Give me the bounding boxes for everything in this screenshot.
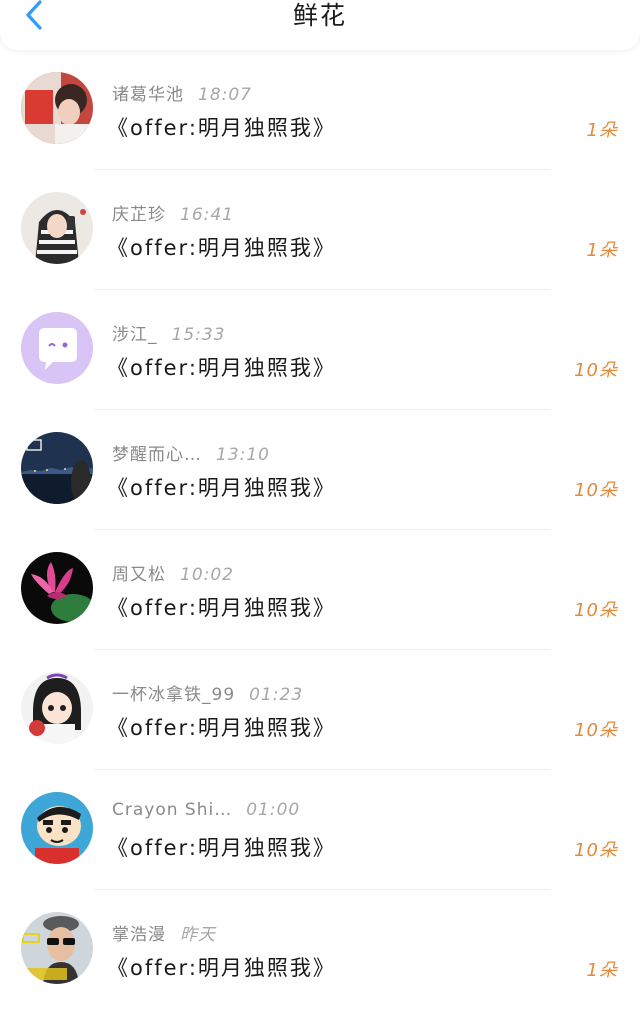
sender-name: Crayon Shi… <box>112 800 233 820</box>
book-title: 《offer:明月独照我》 <box>107 476 336 500</box>
flower-count: 1朵 <box>586 120 618 141</box>
timestamp: 昨天 <box>180 925 216 945</box>
sender-meta: 诸葛华池 18:07 <box>112 80 252 105</box>
sender-meta: 梦醒而心… 13:10 <box>112 440 270 465</box>
flower-count: 10朵 <box>574 840 618 861</box>
sender-name: 一杯冰拿铁_99 <box>112 685 236 705</box>
purple-chat-bubble-avatar[interactable] <box>21 312 93 384</box>
timestamp: 10:02 <box>180 565 234 585</box>
timestamp: 18:07 <box>198 85 252 105</box>
timestamp: 15:33 <box>171 325 226 345</box>
sender-name: 涉江_ <box>112 325 158 345</box>
list-item[interactable]: 庆芷珍 16:41 《offer:明月独照我》 1朵 <box>0 170 640 290</box>
list-item[interactable]: 诸葛华池 18:07 《offer:明月独照我》 1朵 <box>0 50 640 170</box>
sender-meta: 涉江_ 15:33 <box>112 320 226 345</box>
list-item[interactable]: 周又松 10:02 《offer:明月独照我》 10朵 <box>0 530 640 650</box>
flower-count: 10朵 <box>574 600 618 621</box>
flower-count: 1朵 <box>586 960 618 981</box>
list-item[interactable]: Crayon Shi… 01:00 《offer:明月独照我》 10朵 <box>0 770 640 890</box>
list-item[interactable]: 掌浩漫 昨天 《offer:明月独照我》 1朵 <box>0 890 640 1010</box>
night-city-avatar[interactable] <box>21 432 93 504</box>
timestamp: 01:00 <box>246 800 301 820</box>
page-title: 鲜花 <box>292 1 347 30</box>
red-photo-avatar[interactable] <box>21 72 93 144</box>
book-title: 《offer:明月独照我》 <box>107 236 336 260</box>
flower-count: 10朵 <box>574 480 618 501</box>
crayon-shin-chan-avatar[interactable] <box>21 792 93 864</box>
sender-name: 周又松 <box>112 565 166 585</box>
book-title: 《offer:明月独照我》 <box>107 356 336 380</box>
pink-lotus-avatar[interactable] <box>21 552 93 624</box>
list-item[interactable]: 涉江_ 15:33 《offer:明月独照我》 10朵 <box>0 290 640 410</box>
sender-name: 诸葛华池 <box>112 85 184 105</box>
flower-count: 1朵 <box>586 240 618 261</box>
timestamp: 01:23 <box>249 685 304 705</box>
book-title: 《offer:明月独照我》 <box>107 836 336 860</box>
top-bar: 鲜花 <box>0 0 640 50</box>
sender-name: 庆芷珍 <box>112 205 166 225</box>
sender-name: 掌浩漫 <box>112 925 166 945</box>
list-item[interactable]: 梦醒而心… 13:10 《offer:明月独照我》 10朵 <box>0 410 640 530</box>
sender-meta: 一杯冰拿铁_99 01:23 <box>112 680 303 705</box>
sender-meta: Crayon Shi… 01:00 <box>112 800 300 820</box>
sender-meta: 庆芷珍 16:41 <box>112 200 234 225</box>
sender-name: 梦醒而心… <box>112 445 202 465</box>
man-with-sunglasses-avatar[interactable] <box>21 912 93 984</box>
book-title: 《offer:明月独照我》 <box>107 596 336 620</box>
flower-list: 诸葛华池 18:07 《offer:明月独照我》 1朵 庆芷珍 16:41 《off… <box>0 50 640 1010</box>
anime-girl-avatar[interactable] <box>21 672 93 744</box>
flower-count: 10朵 <box>574 360 618 381</box>
sender-meta: 掌浩漫 昨天 <box>112 920 216 945</box>
book-title: 《offer:明月独照我》 <box>107 116 336 140</box>
book-title: 《offer:明月独照我》 <box>107 716 336 740</box>
book-title: 《offer:明月独照我》 <box>107 956 336 980</box>
timestamp: 13:10 <box>216 445 270 465</box>
sender-meta: 周又松 10:02 <box>112 560 234 585</box>
list-item[interactable]: 一杯冰拿铁_99 01:23 《offer:明月独照我》 10朵 <box>0 650 640 770</box>
timestamp: 16:41 <box>180 205 234 225</box>
girl-in-striped-hoodie-avatar[interactable] <box>21 192 93 264</box>
flower-count: 10朵 <box>574 720 618 741</box>
